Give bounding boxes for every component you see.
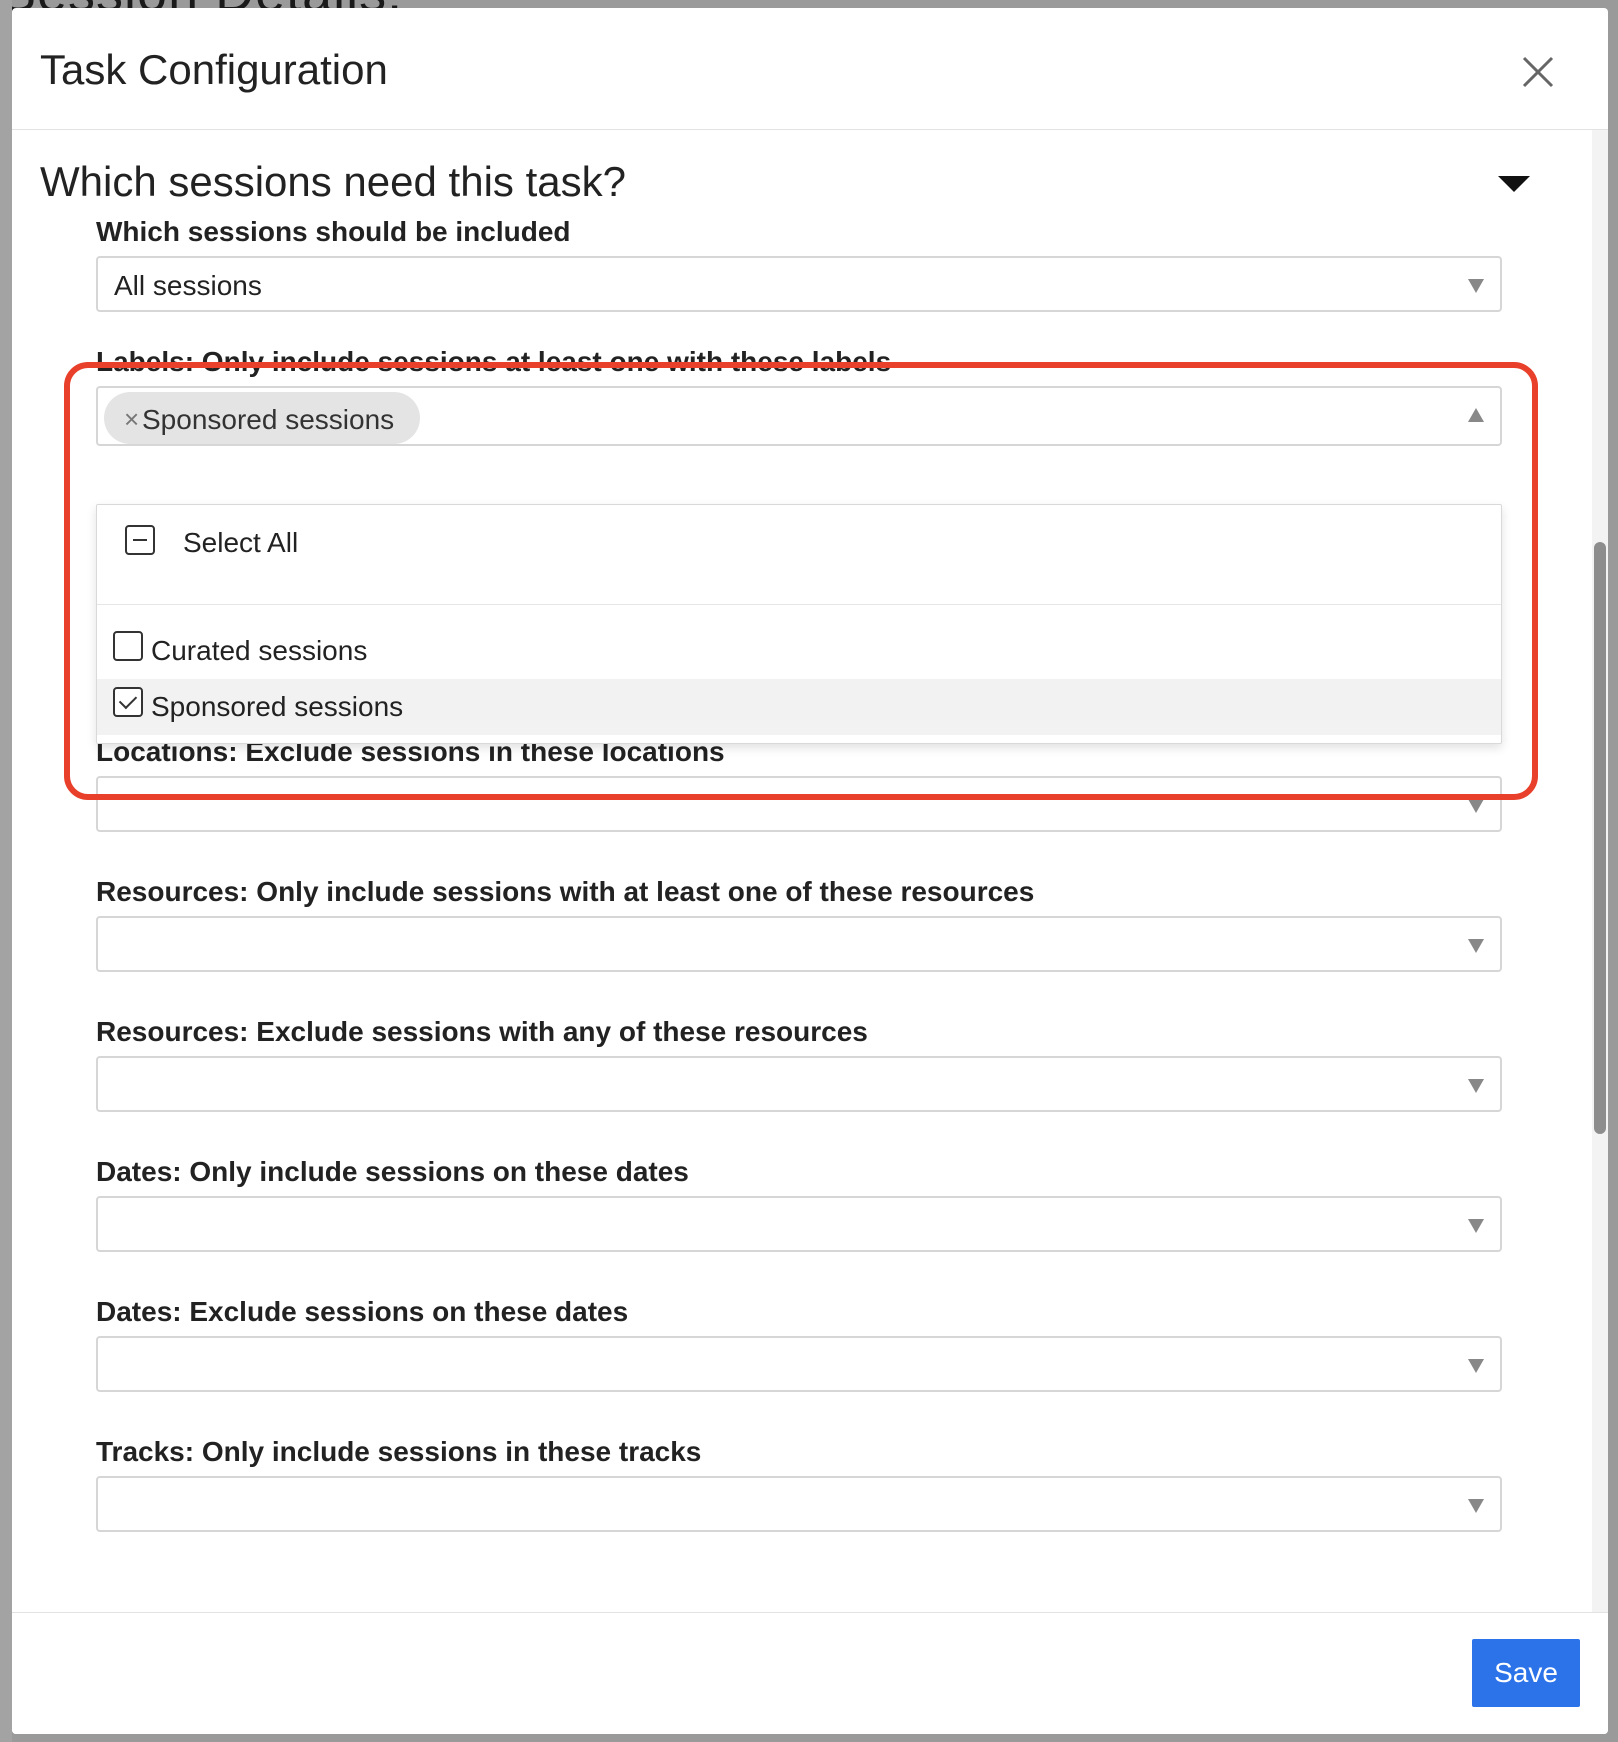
- labels-dropdown-menu: Select All Curated sessions Sponsored se…: [96, 504, 1502, 744]
- backdrop-edge: [0, 0, 12, 1742]
- dates-exclude-select[interactable]: [96, 1336, 1502, 1392]
- option-sponsored-sessions[interactable]: Sponsored sessions: [97, 679, 1501, 735]
- locations-exclude-select[interactable]: [96, 776, 1502, 832]
- dates-exclude-label: Dates: Exclude sessions on these dates: [96, 1296, 629, 1327]
- labels-include-label: Labels: Only include sessions at least o…: [96, 346, 892, 377]
- option-curated-sessions[interactable]: Curated sessions: [97, 623, 1501, 679]
- select-all-label: Select All: [183, 527, 299, 558]
- indeterminate-checkbox-icon[interactable]: [125, 525, 155, 555]
- task-configuration-modal: Task Configuration Which sessions need t…: [12, 8, 1608, 1734]
- resources-exclude-label: Resources: Exclude sessions with any of …: [96, 1016, 868, 1047]
- chip-remove-icon[interactable]: ×: [124, 404, 139, 435]
- tracks-include-select[interactable]: [96, 1476, 1502, 1532]
- chevron-down-icon: [1468, 1219, 1484, 1233]
- checkbox-checked-icon[interactable]: [113, 687, 143, 717]
- chevron-down-icon: [1468, 1079, 1484, 1093]
- modal-title: Task Configuration: [40, 46, 388, 93]
- scrollbar-thumb[interactable]: [1594, 542, 1606, 1134]
- modal-footer: Save: [12, 1612, 1608, 1734]
- resources-exclude-select[interactable]: [96, 1056, 1502, 1112]
- chip-label: Sponsored sessions: [142, 404, 395, 435]
- chevron-down-icon: [1468, 1499, 1484, 1513]
- selected-label-chip: × Sponsored sessions: [104, 392, 420, 444]
- section-title: Which sessions need this task?: [40, 158, 626, 205]
- caret-down-icon[interactable]: [1496, 172, 1532, 196]
- dates-include-select[interactable]: [96, 1196, 1502, 1252]
- checkbox-unchecked-icon[interactable]: [113, 631, 143, 661]
- dates-include-label: Dates: Only include sessions on these da…: [96, 1156, 689, 1187]
- chevron-down-icon: [1468, 279, 1484, 293]
- include-sessions-select[interactable]: All sessions: [96, 256, 1502, 312]
- tracks-include-label: Tracks: Only include sessions in these t…: [96, 1436, 702, 1467]
- labels-include-select[interactable]: × Sponsored sessions: [96, 386, 1502, 446]
- resources-include-select[interactable]: [96, 916, 1502, 972]
- include-sessions-label: Which sessions should be included: [96, 216, 571, 247]
- option-label: Curated sessions: [151, 635, 368, 666]
- close-button[interactable]: [1516, 50, 1560, 94]
- include-sessions-value: All sessions: [114, 270, 262, 301]
- resources-include-label: Resources: Only include sessions with at…: [96, 876, 1035, 907]
- chevron-down-icon: [1468, 939, 1484, 953]
- select-all-option[interactable]: Select All: [97, 505, 1501, 605]
- chevron-down-icon: [1468, 1359, 1484, 1373]
- modal-body: Which sessions need this task? Which ses…: [12, 130, 1592, 1612]
- scrollbar[interactable]: [1592, 130, 1608, 1612]
- save-button[interactable]: Save: [1472, 1639, 1580, 1707]
- chevron-up-icon: [1468, 408, 1484, 422]
- close-icon: [1522, 56, 1554, 88]
- chevron-down-icon: [1468, 799, 1484, 813]
- modal-header: Task Configuration: [12, 8, 1608, 130]
- option-label: Sponsored sessions: [151, 691, 404, 722]
